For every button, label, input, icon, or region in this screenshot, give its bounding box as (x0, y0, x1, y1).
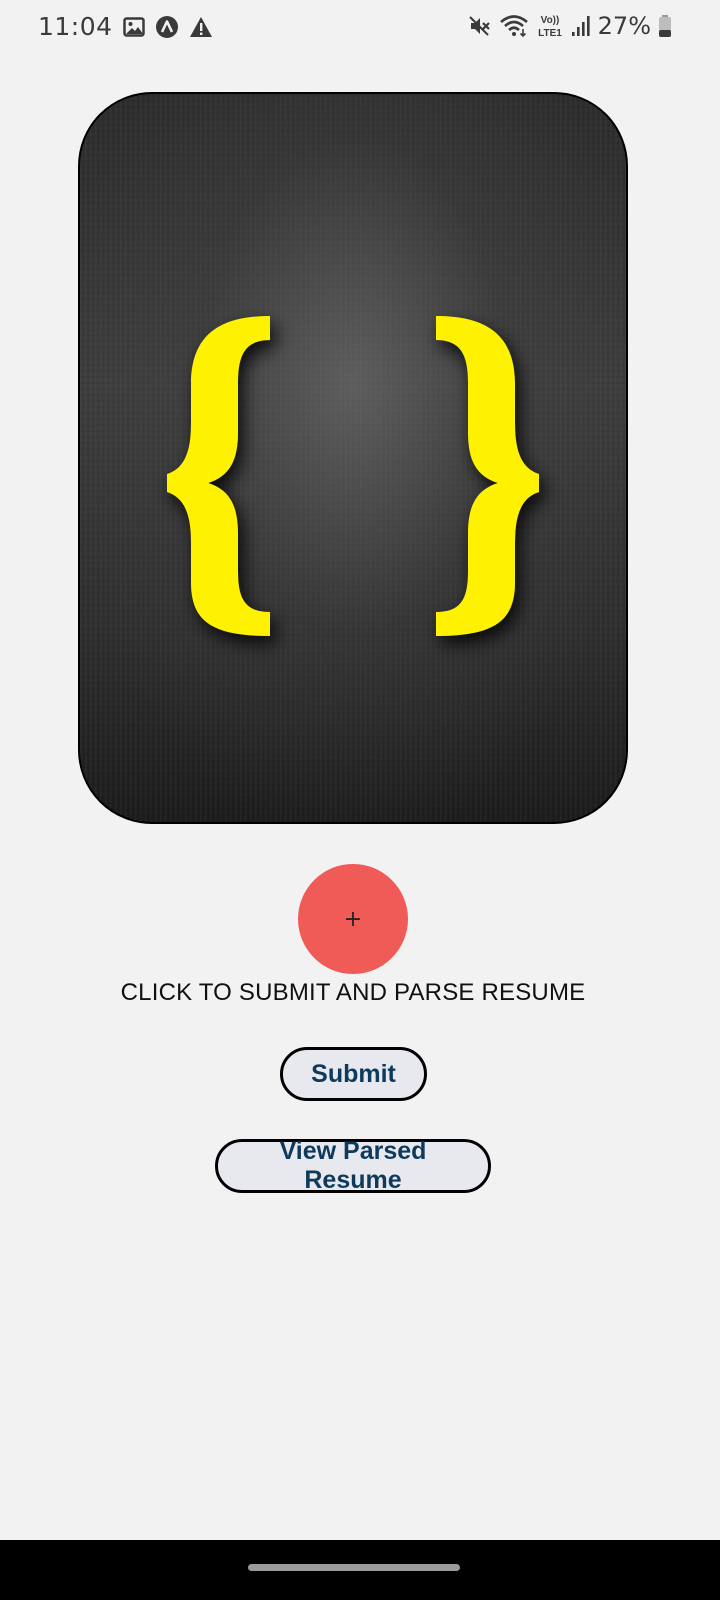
curly-braces-logo (167, 316, 539, 636)
submit-button[interactable]: Submit (280, 1047, 427, 1101)
gallery-icon (122, 16, 145, 38)
status-bar: 11:04 Vo)) LTE1 27% (0, 0, 720, 56)
app-notification-icon (155, 15, 179, 39)
network-label-bottom: LTE1 (538, 28, 562, 39)
status-time: 11:04 (38, 12, 113, 41)
add-resume-button[interactable]: + (298, 864, 408, 974)
signal-icon (571, 15, 591, 37)
right-brace-icon (436, 316, 539, 636)
network-label-top: Vo)) (540, 15, 559, 26)
status-bar-right: Vo)) LTE1 27% (468, 12, 672, 40)
app-screen: 11:04 Vo)) LTE1 27% + CLICK TO SUBMIT AN… (0, 0, 720, 1600)
wifi-icon (499, 14, 529, 38)
hero-image (78, 92, 628, 824)
home-indicator[interactable] (248, 1564, 460, 1571)
warning-icon (189, 16, 213, 38)
status-bar-left: 11:04 (38, 12, 213, 41)
battery-icon (658, 14, 672, 38)
battery-percent: 27% (597, 12, 651, 40)
instruction-text: CLICK TO SUBMIT AND PARSE RESUME (120, 979, 586, 1006)
volte-lte-icon: Vo)) LTE1 (536, 13, 564, 39)
left-brace-icon (167, 316, 270, 636)
mute-icon (468, 14, 492, 38)
system-nav-bar (0, 1540, 720, 1600)
view-parsed-resume-button[interactable]: View Parsed Resume (215, 1137, 491, 1194)
